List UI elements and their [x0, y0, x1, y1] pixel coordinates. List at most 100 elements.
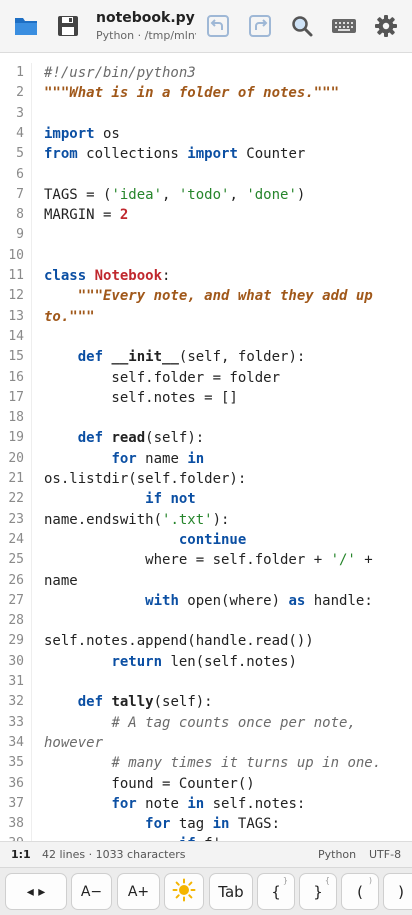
- line-number: 17: [8, 389, 24, 405]
- line-number: 33: [8, 714, 24, 730]
- line-number: 2: [16, 85, 24, 101]
- code-token: tag: [170, 816, 213, 833]
- code-token: as: [288, 592, 306, 609]
- code-token: to.""": [44, 308, 95, 325]
- line-number: 1: [16, 65, 24, 80]
- extra-keys-bar: ◂ ▸ A− A+ Tab } { { } ) ( ): [0, 867, 412, 915]
- line-number: 14: [8, 328, 24, 344]
- code-line: found = Counter(): [44, 774, 254, 794]
- undo-icon[interactable]: [203, 11, 233, 41]
- cursor-arrows-key[interactable]: ◂ ▸: [5, 873, 67, 910]
- code-token: self.notes.append(handle.read()): [44, 633, 314, 650]
- keyboard-icon[interactable]: [329, 11, 359, 41]
- code-token: MARGIN =: [44, 207, 120, 224]
- code-token: TAGS = (: [44, 186, 112, 203]
- line-number: 35: [8, 755, 24, 771]
- code-line: continue: [44, 530, 246, 550]
- code-token: if: [145, 491, 163, 508]
- key-label: A−: [80, 883, 103, 900]
- code-token: where = self.folder +: [44, 552, 331, 569]
- line-number: 12: [8, 288, 24, 304]
- code-line: TAGS = ('idea', 'todo', 'done'): [44, 185, 305, 205]
- line-number: 11: [8, 268, 24, 283]
- font-smaller-key[interactable]: A−: [71, 873, 112, 910]
- code-line: class Notebook:: [44, 266, 170, 286]
- search-icon[interactable]: [287, 11, 317, 41]
- line-number: 8: [16, 207, 24, 223]
- code-token: +: [355, 552, 373, 569]
- code-token: os: [94, 125, 120, 142]
- tab-key[interactable]: Tab: [209, 873, 253, 910]
- code-token: TAGS:: [229, 816, 281, 833]
- key-label: }: [313, 882, 323, 901]
- title-block: notebook.py Python · /tmp/mlnv: [96, 9, 196, 44]
- code-token: in: [187, 795, 205, 812]
- language-indicator[interactable]: Python: [318, 842, 356, 867]
- code-line: self.notes.append(handle.read()): [44, 631, 314, 651]
- line-number: 29: [8, 633, 24, 649]
- code-line: from collections import Counter: [44, 144, 305, 164]
- key-label: ◂ ▸: [26, 883, 46, 900]
- save-icon[interactable]: [53, 11, 83, 41]
- line-number: 6: [16, 166, 24, 182]
- code-line: MARGIN = 2: [44, 205, 128, 225]
- line-number: 10: [8, 247, 24, 263]
- code-line: os.listdir(self.folder):: [44, 469, 246, 489]
- line-number: 24: [8, 531, 24, 547]
- key-alt-label: }: [282, 876, 288, 885]
- gear-icon[interactable]: [371, 11, 401, 41]
- line-number-gutter: 1 2 3 4 5 6 7 8 9 10 11 12 13 14 15 16 17 18 19 20 21 22 23 24 2…: [0, 63, 32, 841]
- close-paren-key[interactable]: ): [383, 873, 412, 910]
- code-token: Counter: [237, 146, 306, 163]
- document-counts: 42 lines · 1033 characters: [42, 848, 186, 861]
- code-token: ,: [229, 186, 247, 203]
- code-token: 'done': [246, 186, 297, 203]
- code-token: '.txt': [162, 511, 213, 528]
- line-number: 3: [16, 105, 24, 121]
- code-token: '/': [330, 552, 356, 569]
- theme-toggle-key[interactable]: [164, 873, 204, 910]
- code-token: def: [77, 694, 104, 711]
- key-label: Tab: [218, 882, 244, 901]
- redo-icon[interactable]: [245, 11, 275, 41]
- line-number: 28: [8, 613, 24, 629]
- line-number: 27: [8, 592, 24, 608]
- open-brace-key[interactable]: } {: [257, 873, 295, 910]
- code-line: #!/usr/bin/python3: [44, 63, 196, 83]
- line-number: 21: [8, 471, 24, 486]
- folder-icon[interactable]: [11, 11, 41, 41]
- code-line: to.""": [44, 307, 95, 327]
- line-number: 37: [8, 795, 24, 811]
- code-line: name.endswith('.txt'):: [44, 510, 229, 530]
- close-brace-key[interactable]: { }: [299, 873, 337, 910]
- font-larger-key[interactable]: A+: [117, 873, 160, 910]
- encoding-indicator[interactable]: UTF-8: [369, 842, 401, 867]
- code-token: ): [296, 186, 306, 203]
- line-number: 30: [8, 653, 24, 669]
- file-path: Python · /tmp/mlnv: [96, 29, 196, 42]
- open-paren-key[interactable]: ) (: [341, 873, 379, 910]
- toolbar: notebook.py Python · /tmp/mlnv: [0, 0, 412, 53]
- line-number: 5: [16, 146, 24, 162]
- code-token: # many times it turns up in one.: [111, 755, 382, 772]
- code-line: with open(where) as handle:: [44, 591, 373, 611]
- code-token: Notebook: [94, 268, 163, 284]
- code-line: where = self.folder + '/' +: [44, 550, 373, 570]
- line-number: 31: [8, 674, 24, 689]
- line-number: 9: [16, 227, 24, 243]
- line-number: 13: [8, 308, 24, 324]
- code-token: name: [136, 450, 188, 467]
- code-token: def: [77, 430, 104, 447]
- code-token: ):: [212, 511, 230, 528]
- code-line: def tally(self):: [44, 692, 213, 712]
- line-number: 7: [16, 186, 24, 202]
- code-editor[interactable]: 1 2 3 4 5 6 7 8 9 10 11 12 13 14 15 16 17 18 19 20 21 22 23 24 2…: [0, 53, 412, 841]
- code-token: (self):: [145, 430, 205, 447]
- line-number: 20: [8, 450, 24, 466]
